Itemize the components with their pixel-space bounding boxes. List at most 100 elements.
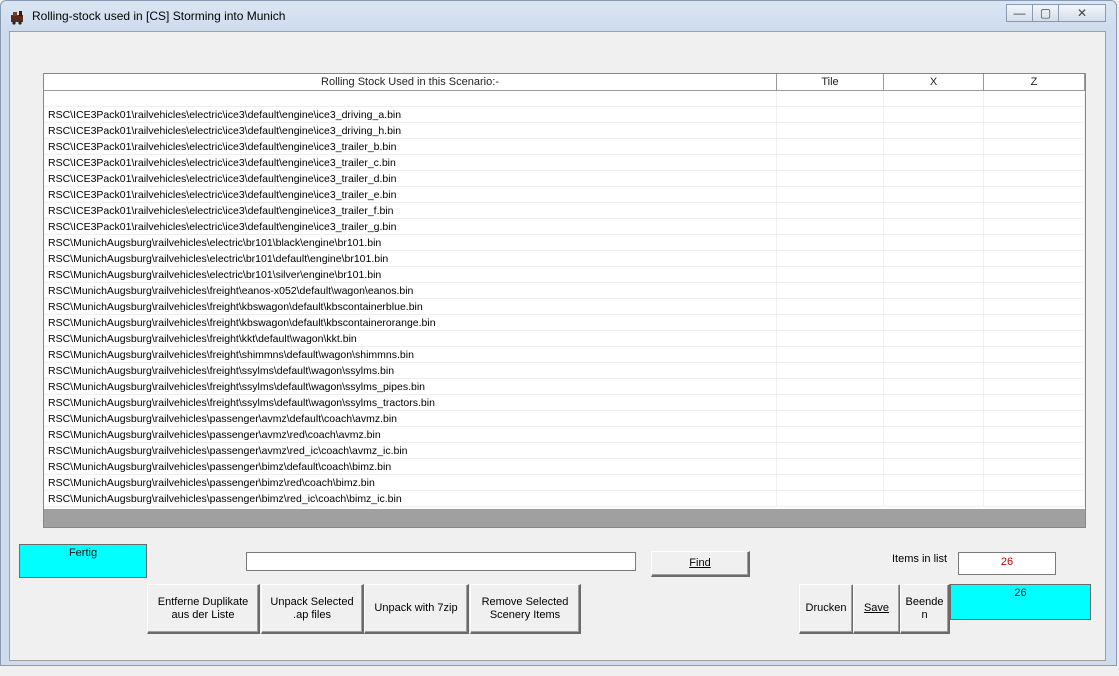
quit-button-label: Beende n: [905, 595, 944, 621]
search-input[interactable]: [246, 552, 636, 571]
row-z-cell: [984, 251, 1085, 267]
row-tile-cell: [777, 203, 884, 219]
items-in-list-label: Items in list: [892, 553, 948, 565]
items-count-value: 26: [1000, 556, 1014, 568]
row-path-cell: RSC\MunichAugsburg\railvehicles\freight\…: [44, 347, 777, 363]
row-x-cell: [884, 155, 984, 171]
table-row[interactable]: RSC\MunichAugsburg\railvehicles\freight\…: [44, 315, 1085, 331]
row-z-cell: [984, 427, 1085, 443]
table-row[interactable]: RSC\MunichAugsburg\railvehicles\freight\…: [44, 347, 1085, 363]
table-row[interactable]: RSC\ICE3Pack01\railvehicles\electric\ice…: [44, 155, 1085, 171]
table-row[interactable]: [44, 91, 1085, 107]
table-row[interactable]: RSC\MunichAugsburg\railvehicles\electric…: [44, 235, 1085, 251]
table-row[interactable]: RSC\MunichAugsburg\railvehicles\freight\…: [44, 363, 1085, 379]
save-button-label: Save: [863, 602, 890, 614]
table-row[interactable]: RSC\MunichAugsburg\railvehicles\passenge…: [44, 443, 1085, 459]
row-tile-cell: [777, 411, 884, 427]
quit-button[interactable]: Beende n: [900, 584, 950, 634]
row-path-cell: RSC\ICE3Pack01\railvehicles\electric\ice…: [44, 171, 777, 187]
row-x-cell: [884, 267, 984, 283]
row-x-cell: [884, 139, 984, 155]
find-button[interactable]: Find: [651, 551, 750, 577]
table-row[interactable]: RSC\MunichAugsburg\railvehicles\passenge…: [44, 459, 1085, 475]
table-row[interactable]: RSC\MunichAugsburg\railvehicles\freight\…: [44, 395, 1085, 411]
table-row[interactable]: RSC\ICE3Pack01\railvehicles\electric\ice…: [44, 203, 1085, 219]
row-x-cell: [884, 427, 984, 443]
row-tile-cell: [777, 331, 884, 347]
row-tile-cell: [777, 219, 884, 235]
row-path-cell: RSC\MunichAugsburg\railvehicles\passenge…: [44, 443, 777, 459]
row-path-cell: RSC\ICE3Pack01\railvehicles\electric\ice…: [44, 203, 777, 219]
table-row[interactable]: RSC\MunichAugsburg\railvehicles\passenge…: [44, 427, 1085, 443]
unpack-7zip-button[interactable]: Unpack with 7zip: [364, 584, 469, 634]
table-row[interactable]: RSC\ICE3Pack01\railvehicles\electric\ice…: [44, 123, 1085, 139]
row-z-cell: [984, 203, 1085, 219]
table-row[interactable]: RSC\MunichAugsburg\railvehicles\electric…: [44, 267, 1085, 283]
main-window: Rolling-stock used in [CS] Storming into…: [0, 0, 1117, 666]
table-row[interactable]: RSC\ICE3Pack01\railvehicles\electric\ice…: [44, 171, 1085, 187]
table-row[interactable]: RSC\ICE3Pack01\railvehicles\electric\ice…: [44, 107, 1085, 123]
rolling-stock-list[interactable]: Rolling Stock Used in this Scenario:- Ti…: [43, 73, 1086, 528]
table-row[interactable]: RSC\ICE3Pack01\railvehicles\electric\ice…: [44, 219, 1085, 235]
maximize-button[interactable]: ▢: [1032, 4, 1059, 22]
print-button-label: Drucken: [805, 602, 847, 614]
row-z-cell: [984, 219, 1085, 235]
row-tile-cell: [777, 251, 884, 267]
close-button[interactable]: ✕: [1058, 4, 1106, 22]
table-row[interactable]: RSC\MunichAugsburg\railvehicles\passenge…: [44, 491, 1085, 507]
minimize-button[interactable]: —: [1006, 4, 1033, 22]
title-bar[interactable]: Rolling-stock used in [CS] Storming into…: [1, 1, 1116, 31]
save-button[interactable]: Save: [853, 584, 901, 634]
row-tile-cell: [777, 443, 884, 459]
row-z-cell: [984, 443, 1085, 459]
table-row[interactable]: RSC\ICE3Pack01\railvehicles\electric\ice…: [44, 187, 1085, 203]
row-z-cell: [984, 235, 1085, 251]
unpack-selected-label: Unpack Selected .ap files: [270, 595, 354, 621]
table-row[interactable]: RSC\MunichAugsburg\railvehicles\freight\…: [44, 331, 1085, 347]
table-row[interactable]: RSC\MunichAugsburg\railvehicles\passenge…: [44, 475, 1085, 491]
table-row[interactable]: RSC\MunichAugsburg\railvehicles\freight\…: [44, 299, 1085, 315]
column-header-z[interactable]: Z: [984, 74, 1085, 91]
row-tile-cell: [777, 379, 884, 395]
list-header: Rolling Stock Used in this Scenario:- Ti…: [44, 74, 1085, 91]
row-z-cell: [984, 395, 1085, 411]
unpack-7zip-label: Unpack with 7zip: [374, 602, 458, 614]
remove-duplicates-button[interactable]: Entferne Duplikate aus der Liste: [147, 584, 260, 634]
column-header-rolling-stock[interactable]: Rolling Stock Used in this Scenario:-: [44, 74, 777, 91]
table-row[interactable]: RSC\ICE3Pack01\railvehicles\electric\ice…: [44, 139, 1085, 155]
row-x-cell: [884, 395, 984, 411]
row-path-cell: RSC\MunichAugsburg\railvehicles\passenge…: [44, 427, 777, 443]
row-z-cell: [984, 315, 1085, 331]
row-x-cell: [884, 347, 984, 363]
row-x-cell: [884, 475, 984, 491]
row-tile-cell: [777, 395, 884, 411]
unpack-selected-button[interactable]: Unpack Selected .ap files: [261, 584, 364, 634]
row-path-cell: RSC\MunichAugsburg\railvehicles\passenge…: [44, 491, 777, 507]
column-header-x[interactable]: X: [884, 74, 984, 91]
column-header-tile[interactable]: Tile: [777, 74, 884, 91]
horizontal-scrollbar[interactable]: [44, 509, 1085, 527]
row-z-cell: [984, 491, 1085, 507]
row-x-cell: [884, 91, 984, 107]
row-tile-cell: [777, 235, 884, 251]
table-row[interactable]: RSC\MunichAugsburg\railvehicles\freight\…: [44, 283, 1085, 299]
table-row[interactable]: RSC\MunichAugsburg\railvehicles\electric…: [44, 251, 1085, 267]
row-x-cell: [884, 235, 984, 251]
status-indicator: Fertig: [19, 544, 147, 578]
row-tile-cell: [777, 347, 884, 363]
table-row[interactable]: RSC\MunichAugsburg\railvehicles\freight\…: [44, 379, 1085, 395]
print-button[interactable]: Drucken: [799, 584, 854, 634]
table-row[interactable]: RSC\MunichAugsburg\railvehicles\passenge…: [44, 411, 1085, 427]
row-z-cell: [984, 459, 1085, 475]
remove-scenery-button[interactable]: Remove Selected Scenery Items: [470, 584, 581, 634]
secondary-status-box: 26: [950, 584, 1091, 620]
row-z-cell: [984, 91, 1085, 107]
row-tile-cell: [777, 475, 884, 491]
row-tile-cell: [777, 267, 884, 283]
remove-scenery-label: Remove Selected Scenery Items: [481, 595, 569, 621]
row-z-cell: [984, 171, 1085, 187]
row-tile-cell: [777, 459, 884, 475]
row-z-cell: [984, 347, 1085, 363]
maximize-icon: ▢: [1039, 6, 1052, 20]
status-text: Fertig: [68, 547, 98, 559]
